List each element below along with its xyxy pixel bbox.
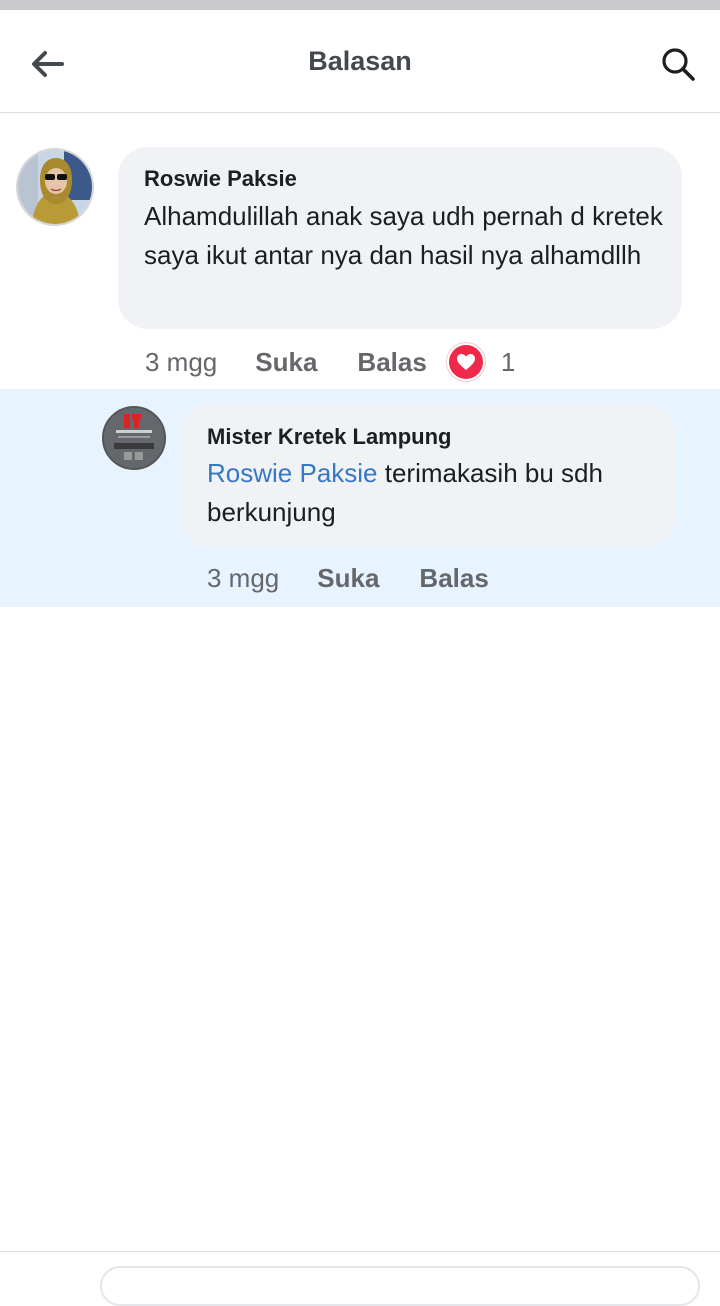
- comment-author[interactable]: Mister Kretek Lampung: [207, 424, 452, 450]
- avatar[interactable]: [102, 406, 166, 470]
- search-button[interactable]: [654, 40, 702, 88]
- comment-actions: 3 mgg Suka Balas 1: [145, 343, 515, 381]
- profile-photo: [18, 150, 92, 224]
- reply-button[interactable]: Balas: [357, 347, 426, 378]
- status-strip: [0, 0, 720, 10]
- avatar[interactable]: [16, 148, 94, 226]
- reply-item: Mister Kretek Lampung Roswie Paksie teri…: [0, 389, 720, 607]
- mention-link[interactable]: Roswie Paksie: [207, 458, 378, 488]
- reply-button[interactable]: Balas: [419, 563, 488, 594]
- comment-item: Roswie Paksie Alhamdulillah anak saya ud…: [0, 113, 720, 387]
- comment-text: Alhamdulillah anak saya udh pernah d kre…: [144, 201, 663, 270]
- page-title: Balasan: [308, 46, 412, 76]
- search-icon: [662, 48, 695, 81]
- page-logo: [104, 408, 164, 468]
- comment-time[interactable]: 3 mgg: [207, 563, 279, 594]
- comment-actions: 3 mgg Suka Balas: [207, 563, 529, 594]
- like-button[interactable]: Suka: [317, 563, 379, 594]
- comment-time[interactable]: 3 mgg: [145, 347, 217, 378]
- like-button[interactable]: Suka: [255, 347, 317, 378]
- comment-author[interactable]: Roswie Paksie: [144, 166, 297, 192]
- reaction-count[interactable]: 1: [501, 347, 515, 378]
- comment-bubble[interactable]: Mister Kretek Lampung Roswie Paksie teri…: [181, 404, 675, 547]
- comment-text: Roswie Paksie terimakasih bu sdh berkunj…: [207, 454, 667, 532]
- header: Balasan: [0, 10, 720, 113]
- comment-bubble[interactable]: Roswie Paksie Alhamdulillah anak saya ud…: [118, 147, 682, 329]
- heart-reaction-icon[interactable]: [446, 343, 485, 381]
- composer-divider: [0, 1251, 720, 1252]
- reply-input[interactable]: [100, 1266, 700, 1306]
